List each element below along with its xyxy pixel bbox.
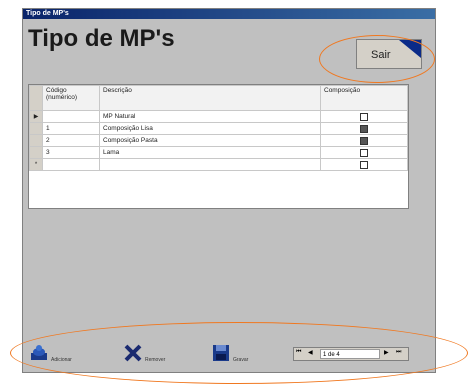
cell-codigo[interactable]: 3	[42, 146, 100, 159]
composicao-checkbox[interactable]	[360, 160, 368, 169]
remove-record-icon	[124, 344, 142, 362]
cell-codigo[interactable]: 2	[42, 134, 100, 147]
column-header-descricao[interactable]: Descrição	[99, 85, 321, 111]
table-row[interactable]: ▶ MP Natural	[29, 110, 408, 123]
row-selector[interactable]	[29, 146, 43, 159]
remove-button-label: Remover	[145, 357, 166, 363]
exit-button-label: Sair	[371, 49, 391, 61]
first-record-icon[interactable]: ⏮	[296, 349, 301, 356]
row-selector[interactable]	[29, 134, 43, 147]
table-row[interactable]: 2 Composição Pasta	[29, 134, 408, 147]
previous-record-icon[interactable]: ◀	[308, 349, 313, 356]
column-header-codigo[interactable]: Código (numérico)	[42, 85, 100, 111]
cell-codigo[interactable]: 1	[42, 122, 100, 135]
save-button-label: Gravar	[233, 357, 249, 363]
add-button-label: Adicionar	[51, 357, 72, 363]
save-button[interactable]: Gravar	[211, 343, 271, 367]
exit-corner-icon	[399, 40, 421, 58]
cell-composicao[interactable]	[320, 146, 408, 159]
composicao-checkbox[interactable]	[360, 148, 368, 157]
next-record-icon[interactable]: ▶	[384, 349, 389, 356]
table-row[interactable]: 1 Composição Lisa	[29, 122, 408, 135]
last-record-icon[interactable]: ⏭	[396, 349, 401, 356]
cell-descricao[interactable]: Composição Lisa	[99, 122, 321, 135]
cell-composicao[interactable]	[320, 110, 408, 123]
mp-types-grid[interactable]: Código (numérico) Descrição Composição ▶…	[28, 84, 409, 209]
cell-descricao[interactable]	[99, 158, 321, 171]
record-navigator: ⏮ ◀ 1 de 4 ▶ ⏭	[293, 347, 409, 361]
row-selector[interactable]: ▶	[29, 110, 43, 123]
window-title-bar: Tipo de MP's	[23, 9, 435, 19]
composicao-checkbox[interactable]	[360, 112, 368, 121]
row-selector-header	[29, 85, 43, 111]
composicao-checkbox[interactable]	[360, 124, 368, 133]
page-title: Tipo de MP's	[28, 25, 175, 52]
cell-descricao[interactable]: MP Natural	[99, 110, 321, 123]
record-position[interactable]: 1 de 4	[320, 349, 380, 359]
row-selector[interactable]	[29, 122, 43, 135]
composicao-checkbox[interactable]	[360, 136, 368, 145]
cell-descricao[interactable]: Lama	[99, 146, 321, 159]
bottom-toolbar: Adicionar Remover Gravar ⏮ ◀ 1 de 4 ▶ ⏭	[23, 339, 435, 369]
add-record-icon	[31, 345, 47, 360]
save-disk-icon	[213, 345, 229, 361]
column-header-composicao[interactable]: Composição	[320, 85, 408, 111]
main-window: Tipo de MP's Tipo de MP's Sair Código (n…	[22, 8, 436, 373]
cell-descricao[interactable]: Composição Pasta	[99, 134, 321, 147]
cell-codigo[interactable]	[42, 158, 100, 171]
table-row[interactable]: 3 Lama	[29, 146, 408, 159]
cell-composicao[interactable]	[320, 134, 408, 147]
cell-composicao[interactable]	[320, 158, 408, 171]
cell-composicao[interactable]	[320, 122, 408, 135]
cell-codigo[interactable]	[42, 110, 100, 123]
table-row[interactable]: *	[29, 158, 408, 171]
row-selector[interactable]: *	[29, 158, 43, 171]
exit-button[interactable]: Sair	[356, 39, 422, 69]
remove-button[interactable]: Remover	[123, 343, 183, 367]
add-button[interactable]: Adicionar	[29, 343, 89, 367]
